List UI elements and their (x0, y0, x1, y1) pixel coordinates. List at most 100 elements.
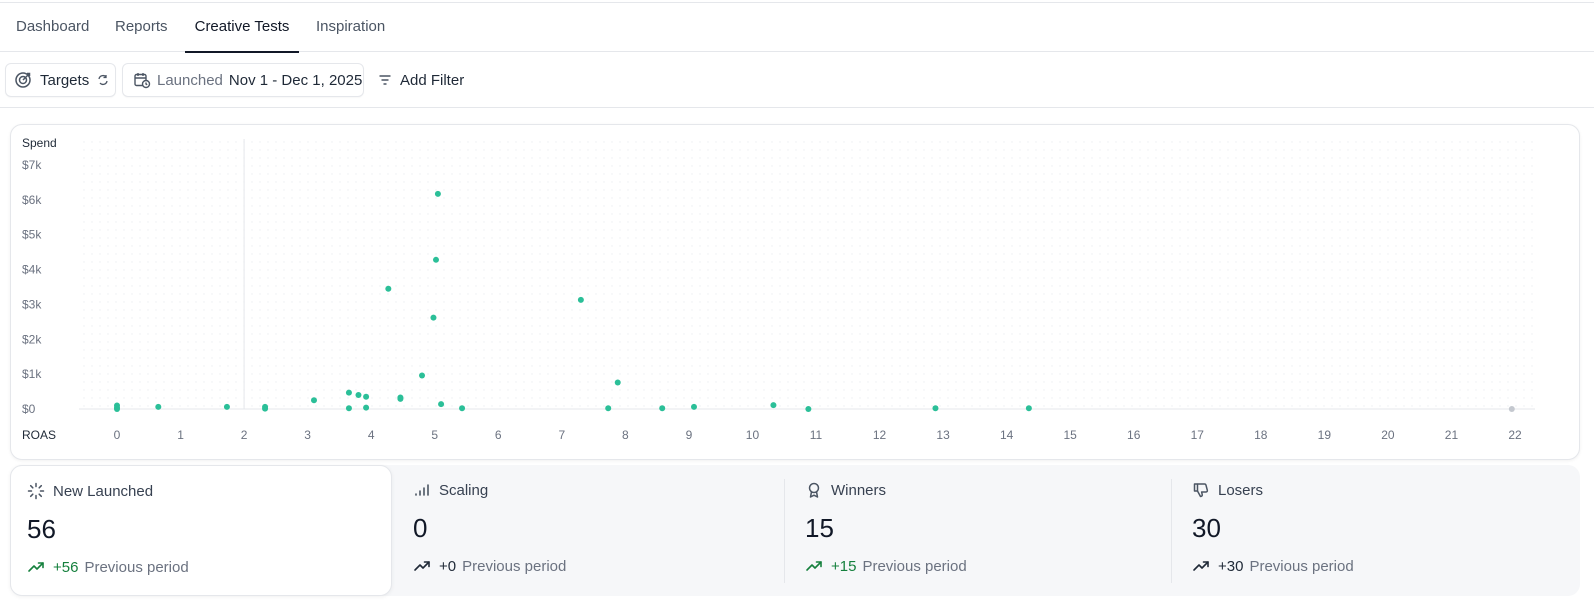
scatter-point[interactable] (1025, 405, 1032, 412)
scatter-point[interactable] (1508, 406, 1515, 412)
scatter-point[interactable] (932, 405, 939, 412)
x-tick-label: 11 (810, 428, 823, 442)
stat-previous-label: Previous period (462, 557, 567, 575)
x-tick-label: 14 (1000, 428, 1014, 442)
scatter-point[interactable] (614, 379, 621, 386)
y-tick-label: $7k (22, 158, 42, 172)
scatter-point[interactable] (355, 392, 362, 399)
x-tick-label: 18 (1254, 428, 1268, 442)
trending-up-icon (27, 558, 45, 576)
stat-divider (784, 479, 785, 583)
scatter-point[interactable] (114, 406, 120, 412)
x-tick-label: 20 (1381, 428, 1395, 442)
stat-label: Winners (831, 481, 887, 499)
target-icon (14, 71, 32, 89)
scatter-point[interactable] (345, 405, 352, 412)
scatter-chart-card: Spend ROAS $0 $1k $2k $3k $4k $5k $6k $7k 01234… (10, 124, 1580, 460)
x-tick-label: 0 (114, 428, 121, 442)
stat-value: 30 (1192, 513, 1221, 543)
add-filter-button[interactable]: Add Filter (370, 63, 470, 97)
tab-reports[interactable]: Reports (105, 3, 178, 52)
x-tick-label: 16 (1127, 428, 1141, 442)
award-icon (805, 481, 823, 499)
stat-value: 0 (413, 513, 428, 543)
x-tick-label: 15 (1064, 428, 1078, 442)
x-tick-label: 19 (1318, 428, 1332, 442)
scatter-point[interactable] (438, 401, 445, 408)
x-tick-label: 22 (1508, 428, 1522, 442)
scatter-point[interactable] (770, 402, 777, 409)
stat-value: 15 (805, 513, 834, 543)
launched-range: Nov 1 - Dec 1, 2025 (228, 71, 363, 89)
stat-card-scaling[interactable]: Scaling 0 +0 Previous period (397, 465, 784, 596)
stat-label: Losers (1218, 481, 1264, 499)
x-tick-label: 1 (177, 428, 184, 442)
stat-delta: +30 (1218, 557, 1244, 575)
scatter-point[interactable] (419, 372, 426, 379)
tab-creative-tests[interactable]: Creative Tests (185, 3, 299, 53)
stat-card-new-launched[interactable]: New Launched 56 +56 Previous period (10, 465, 392, 596)
stats-panel: New Launched 56 +56 Previous period Scal… (10, 465, 1580, 596)
scatter-point[interactable] (432, 256, 439, 263)
trending-up-icon (413, 557, 431, 575)
add-filter-label: Add Filter (400, 71, 465, 89)
launched-date-range-button[interactable]: Launched Nov 1 - Dec 1, 2025 (122, 63, 364, 97)
scatter-point[interactable] (690, 403, 697, 410)
x-tick-label: 4 (368, 428, 375, 442)
scatter-point[interactable] (310, 397, 317, 404)
targets-label: Targets (40, 71, 90, 89)
scatter-point[interactable] (659, 405, 666, 412)
y-tick-label: $3k (22, 297, 42, 311)
refresh-icon (97, 74, 109, 86)
filter-bar: Targets Launched Nov 1 - Dec 1, 2025 Add… (0, 52, 1594, 108)
y-tick-label: $4k (22, 263, 42, 277)
scatter-point[interactable] (363, 393, 370, 400)
scatter-point[interactable] (385, 285, 392, 292)
x-tick-label: 8 (622, 428, 629, 442)
scatter-point[interactable] (459, 405, 466, 412)
x-tick-label: 12 (873, 428, 887, 442)
tab-bar: Dashboard Reports Creative Tests Inspira… (0, 3, 1594, 53)
x-axis-label: ROAS (22, 428, 56, 442)
stat-delta: +15 (831, 557, 857, 575)
loader-icon (27, 482, 45, 500)
filter-icon (378, 73, 392, 87)
stat-card-winners[interactable]: Winners 15 +15 Previous period (789, 465, 1171, 596)
x-tick-label: 10 (746, 428, 760, 442)
scatter-point[interactable] (262, 405, 269, 412)
stat-divider (1171, 479, 1172, 583)
signal-bars-icon (413, 481, 431, 499)
y-tick-label: $6k (22, 193, 42, 207)
scatter-point[interactable] (223, 403, 230, 410)
stat-delta: +0 (439, 557, 457, 575)
x-tick-label: 9 (686, 428, 693, 442)
scatter-point[interactable] (805, 406, 812, 412)
x-tick-label: 2 (241, 428, 248, 442)
scatter-point[interactable] (434, 190, 441, 197)
x-tick-label: 13 (936, 428, 950, 442)
scatter-point[interactable] (363, 404, 370, 411)
scatter-point[interactable] (345, 389, 352, 396)
scatter-point[interactable] (577, 296, 584, 303)
x-tick-label: 5 (431, 428, 438, 442)
x-tick-label: 7 (558, 428, 565, 442)
targets-button[interactable]: Targets (5, 63, 116, 97)
scatter-point[interactable] (430, 314, 437, 321)
stat-previous-label: Previous period (1249, 557, 1354, 575)
x-tick-label: 21 (1445, 428, 1459, 442)
tab-inspiration[interactable]: Inspiration (306, 3, 395, 52)
trending-up-icon (805, 557, 823, 575)
stat-card-losers[interactable]: Losers 30 +30 Previous period (1176, 465, 1580, 596)
plot-area (79, 139, 1535, 409)
stat-label: New Launched (53, 482, 154, 500)
stat-previous-label: Previous period (862, 557, 967, 575)
scatter-point[interactable] (605, 405, 612, 412)
scatter-point[interactable] (155, 403, 162, 410)
stat-value: 56 (27, 514, 56, 544)
x-tick-label: 3 (304, 428, 311, 442)
thumbs-down-icon (1192, 481, 1210, 499)
scatter-point[interactable] (397, 395, 404, 402)
y-axis-label: Spend (22, 136, 57, 150)
tab-dashboard[interactable]: Dashboard (6, 3, 99, 52)
y-tick-label: $2k (22, 332, 42, 346)
